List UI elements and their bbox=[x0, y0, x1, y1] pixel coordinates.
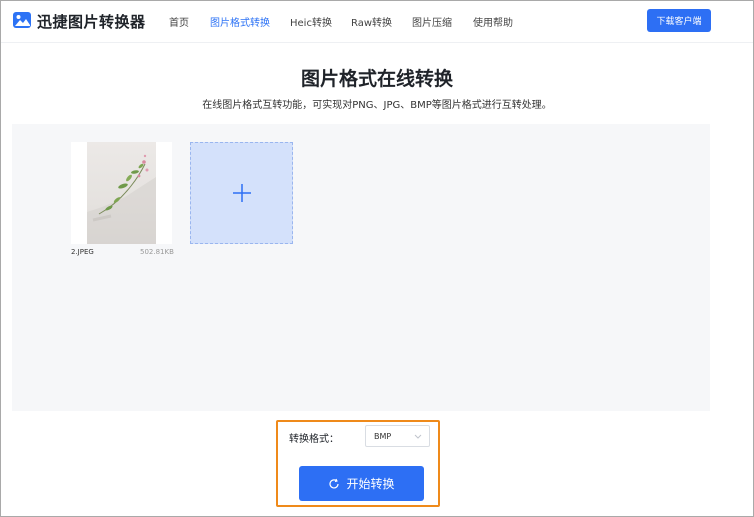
format-select-value: BMP bbox=[374, 431, 392, 441]
nav-help[interactable]: 使用帮助 bbox=[473, 14, 513, 29]
refresh-icon bbox=[329, 478, 340, 488]
nav-image-format-convert[interactable]: 图片格式转换 bbox=[210, 14, 270, 29]
file-name: 2.JPEG bbox=[71, 248, 94, 256]
plant-photo-icon bbox=[87, 154, 156, 244]
nav-home[interactable]: 首页 bbox=[169, 14, 189, 29]
nav-heic-convert[interactable]: Heic转换 bbox=[290, 14, 332, 29]
brand-name: 迅捷图片转换器 bbox=[37, 13, 146, 31]
plus-icon bbox=[232, 184, 251, 202]
format-label: 转换格式： bbox=[289, 434, 339, 445]
file-thumbnail[interactable] bbox=[71, 142, 172, 244]
download-client-button[interactable]: 下载客户端 bbox=[647, 9, 711, 32]
format-select[interactable]: BMP bbox=[365, 425, 430, 447]
start-convert-button[interactable]: 开始转换 bbox=[299, 466, 424, 501]
chevron-down-icon bbox=[414, 434, 422, 439]
page-subtitle: 在线图片格式互转功能，可实现对PNG、JPG、BMP等图片格式进行互转处理。 bbox=[202, 100, 552, 111]
page-title: 图片格式在线转换 bbox=[300, 68, 453, 90]
nav-raw-convert[interactable]: Raw转换 bbox=[351, 14, 392, 29]
nav-image-compress[interactable]: 图片压缩 bbox=[412, 14, 452, 29]
header: 迅捷图片转换器 首页 图片格式转换 Heic转换 Raw转换 图片压缩 使用帮助… bbox=[1, 1, 753, 43]
add-file-button[interactable] bbox=[190, 142, 293, 244]
file-size: 502.81KB bbox=[140, 248, 174, 256]
image-logo-icon bbox=[13, 12, 31, 28]
file-preview-image bbox=[87, 142, 156, 244]
start-convert-label: 开始转换 bbox=[346, 477, 395, 491]
